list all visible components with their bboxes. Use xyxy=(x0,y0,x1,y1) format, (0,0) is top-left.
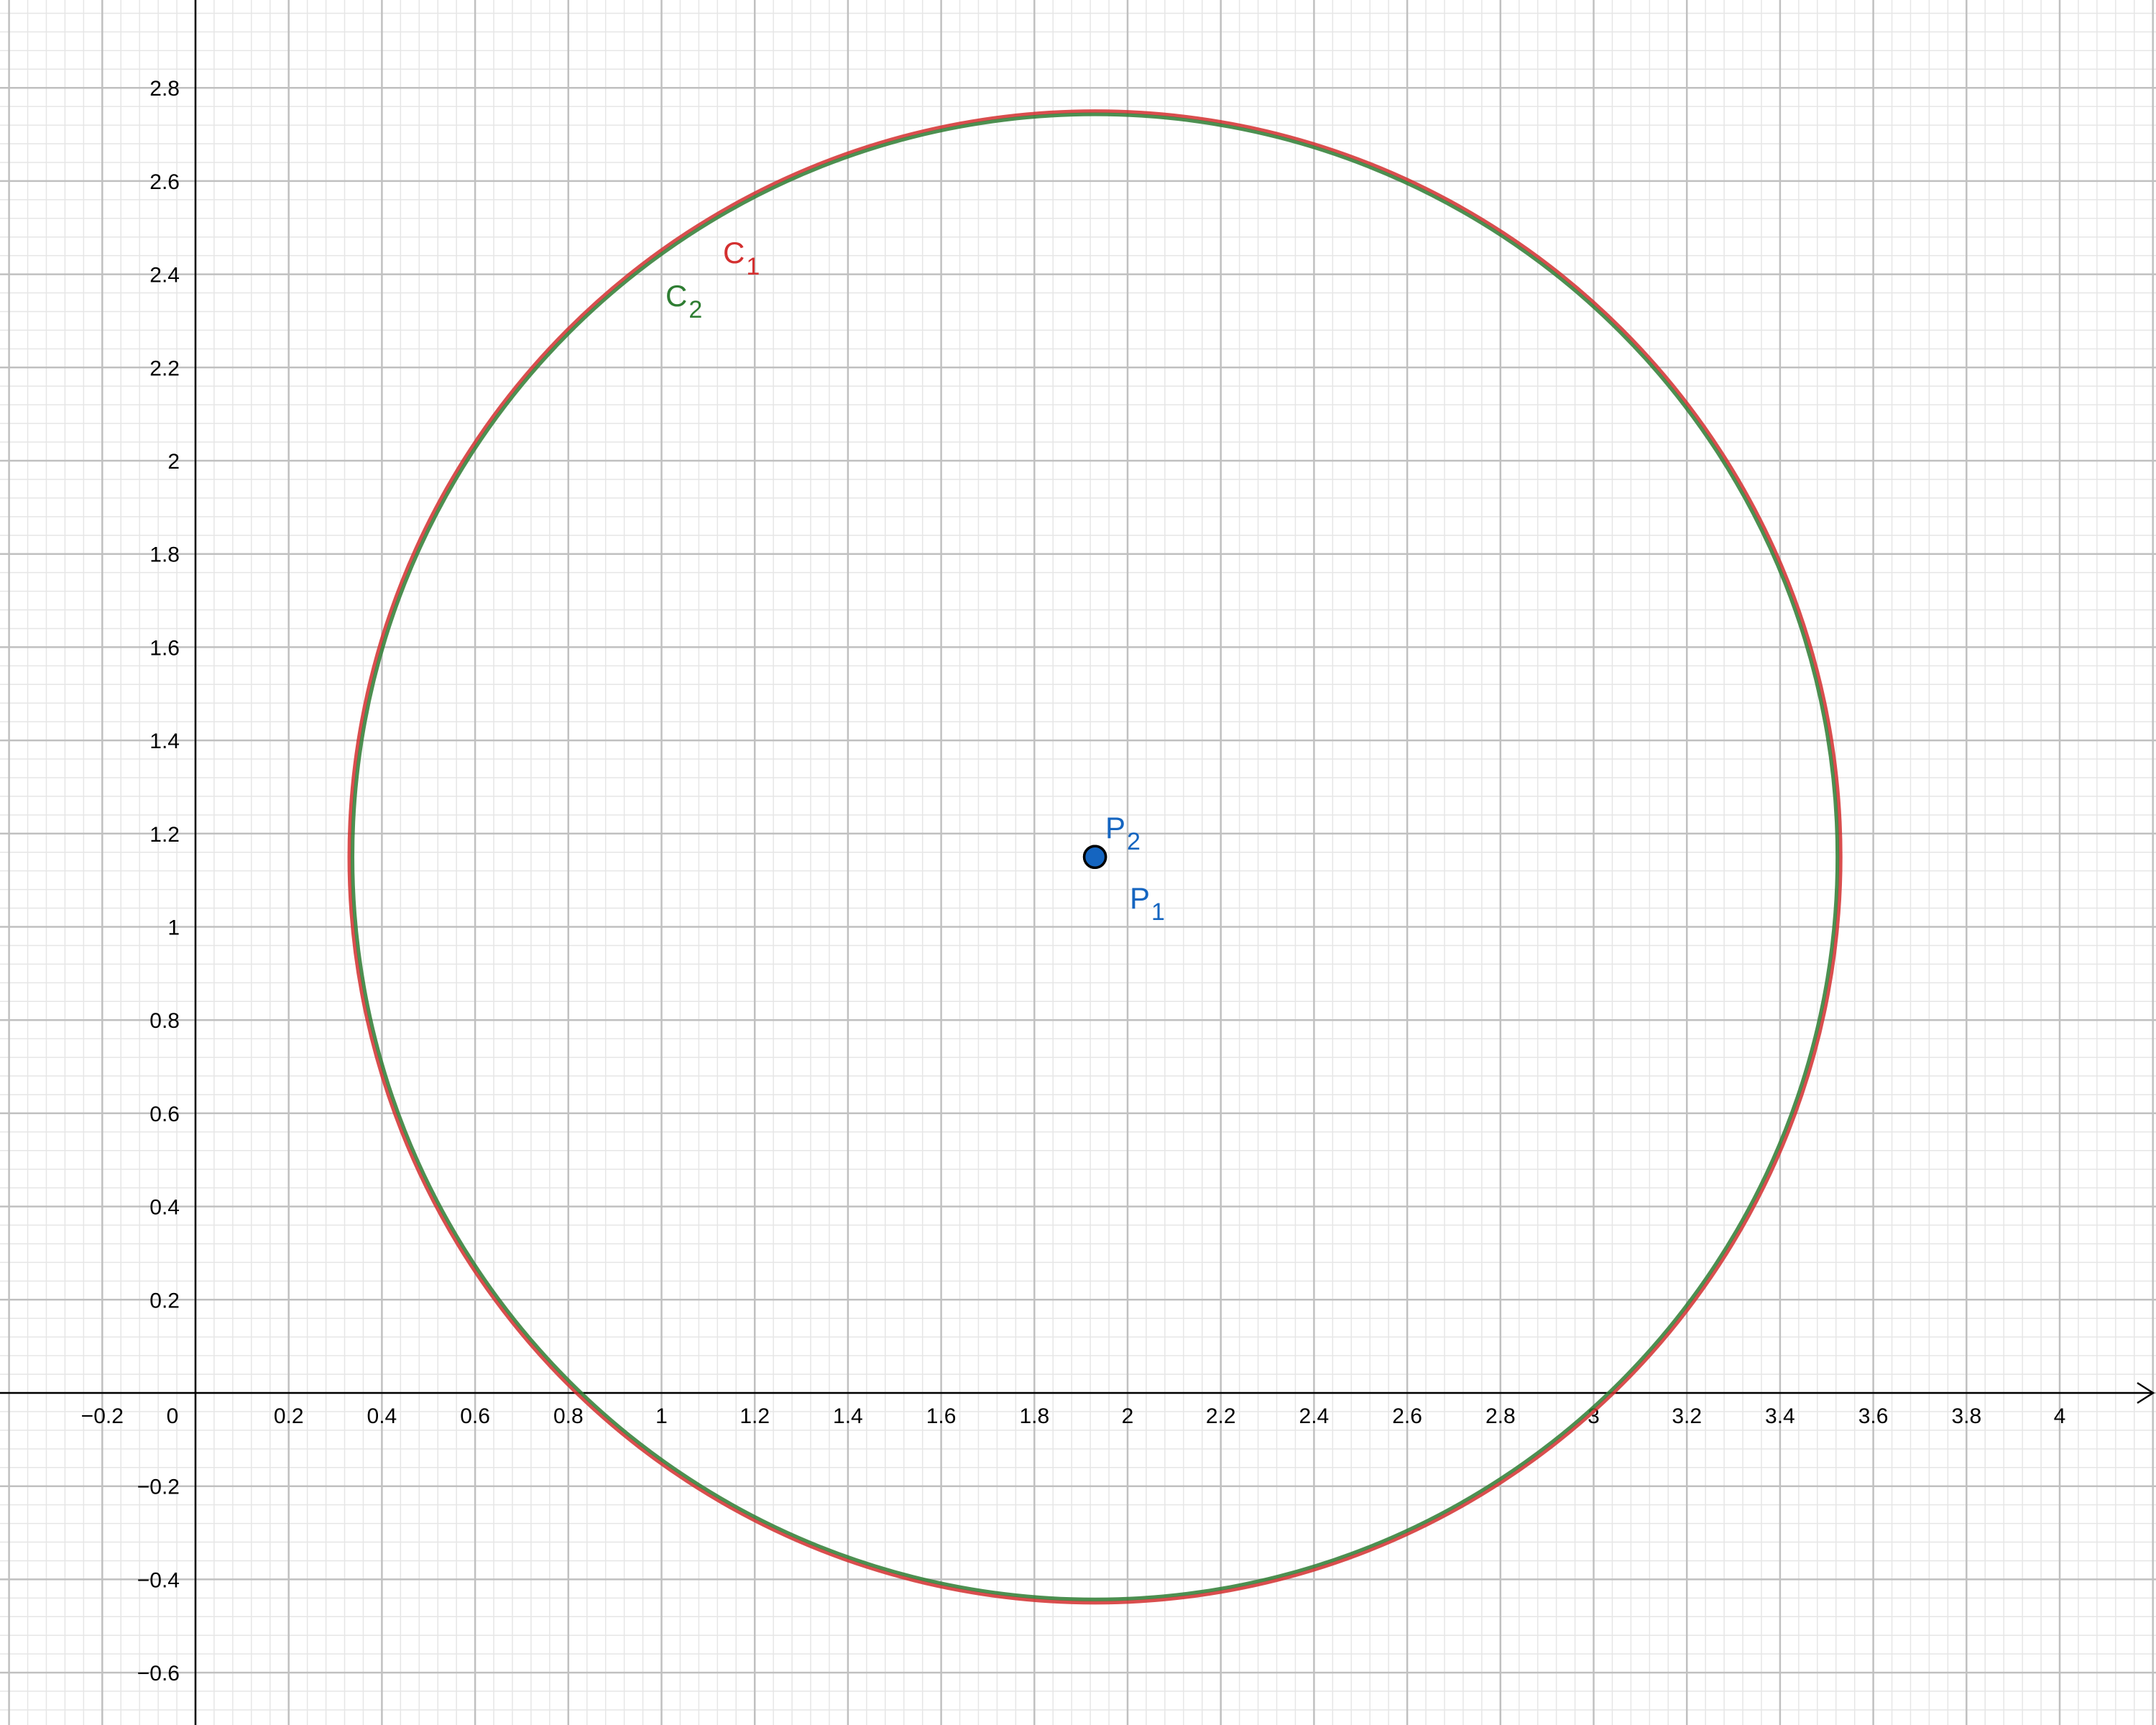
y-tick-label: 1.8 xyxy=(149,543,180,567)
x-tick-label: 1 xyxy=(655,1404,668,1428)
y-tick-label: 2.8 xyxy=(149,77,180,101)
y-tick-label: 1.6 xyxy=(149,636,180,660)
y-tick-label: 1 xyxy=(167,916,180,940)
x-tick-label: 1.6 xyxy=(926,1404,957,1428)
point-p2[interactable] xyxy=(1082,845,1107,869)
x-tick-label: 2.6 xyxy=(1392,1404,1422,1428)
coordinate-axes xyxy=(0,0,2155,1725)
x-tick-label: 1.2 xyxy=(740,1404,770,1428)
x-tick-label: 3.6 xyxy=(1858,1404,1889,1428)
y-tick-label: 0.2 xyxy=(149,1289,180,1312)
x-tick-label: 2.4 xyxy=(1299,1404,1330,1428)
x-tick-label: 3.2 xyxy=(1672,1404,1702,1428)
x-tick-label: 0.8 xyxy=(553,1404,584,1428)
x-tick-label: 4 xyxy=(2054,1404,2066,1428)
x-tick-label: 0.6 xyxy=(460,1404,490,1428)
x-tick-label: 0 xyxy=(167,1404,179,1428)
y-tick-label: 1.4 xyxy=(149,730,180,753)
y-tick-label: 2.2 xyxy=(149,356,180,380)
y-tick-label: 2 xyxy=(167,450,180,474)
label-p1: P1 xyxy=(1130,881,1165,926)
points-layer[interactable] xyxy=(1082,845,1107,869)
x-tick-label: 0.2 xyxy=(274,1404,304,1428)
x-tick-label: −0.2 xyxy=(81,1404,124,1428)
x-tick-label: 2 xyxy=(1122,1404,1134,1428)
y-tick-label: −0.4 xyxy=(137,1568,180,1592)
y-tick-label: 1.2 xyxy=(149,823,180,847)
x-tick-label: 2.2 xyxy=(1206,1404,1236,1428)
major-grid xyxy=(0,0,2156,1725)
x-tick-label: 3.8 xyxy=(1951,1404,1981,1428)
graph-view[interactable]: −0.2 0 0.2 0.4 0.6 0.8 1 1.2 1.4 1.6 1.8 2 2.2 2.4 2.6… xyxy=(0,0,2156,1725)
y-tick-label: 0.8 xyxy=(149,1009,180,1033)
label-c2: C2 xyxy=(665,279,702,323)
y-tick-label: 0.4 xyxy=(149,1196,180,1220)
minor-grid xyxy=(0,0,2156,1725)
x-axis-tick-labels: −0.2 0 0.2 0.4 0.6 0.8 1 1.2 1.4 1.6 1.8 2 2.2 2.4 2.6… xyxy=(81,1404,2066,1428)
y-tick-label: −0.2 xyxy=(137,1476,180,1499)
x-tick-label: 0.4 xyxy=(367,1404,397,1428)
graphing-canvas[interactable]: −0.2 0 0.2 0.4 0.6 0.8 1 1.2 1.4 1.6 1.8 2 2.2 2.4 2.6… xyxy=(0,0,2156,1725)
x-tick-label: 1.8 xyxy=(1019,1404,1049,1428)
y-tick-label: −0.6 xyxy=(137,1662,180,1685)
y-tick-label: 2.4 xyxy=(149,264,180,288)
label-p2: P2 xyxy=(1105,811,1141,855)
y-tick-label: 0.6 xyxy=(149,1103,180,1126)
x-tick-label: 2.8 xyxy=(1485,1404,1516,1428)
y-tick-label: 2.6 xyxy=(149,170,180,194)
x-tick-label: 1.4 xyxy=(833,1404,863,1428)
x-tick-label: 3.4 xyxy=(1765,1404,1795,1428)
